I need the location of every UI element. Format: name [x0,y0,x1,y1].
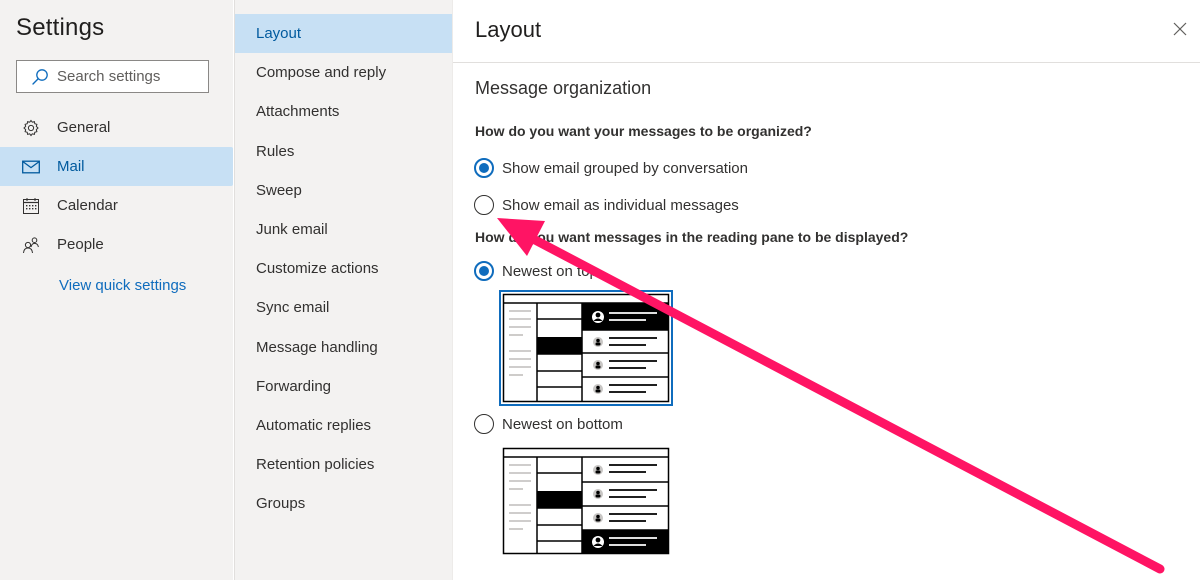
radio-grouped-by-conversation[interactable]: Show email grouped by conversation [474,158,748,178]
subnav-item-groups[interactable]: Groups [235,484,452,523]
radio-newest-on-top[interactable]: Newest on top [474,261,598,281]
subnav-item-sweep[interactable]: Sweep [235,171,452,210]
radio-label: Newest on bottom [502,415,623,433]
subnav-item-retention-policies[interactable]: Retention policies [235,445,452,484]
radio-button-unchecked[interactable] [474,195,494,215]
panel-title: Layout [475,17,542,42]
mail-settings-subnav: Layout Compose and reply Attachments Rul… [234,0,452,580]
settings-title: Settings [16,14,105,41]
nav-item-general[interactable]: General [0,108,233,147]
search-settings-box[interactable] [16,60,209,93]
subnav-item-sync-email[interactable]: Sync email [235,288,452,327]
subnav-item-customize-actions[interactable]: Customize actions [235,249,452,288]
search-icon [32,68,48,85]
subnav-item-junk-email[interactable]: Junk email [235,210,452,249]
nav-item-mail[interactable]: Mail [0,147,233,186]
mail-icon [22,158,40,176]
nav-item-label: General [57,119,111,136]
settings-nav-pane: Settings General Mail [0,0,233,580]
radio-label: Newest on top [502,262,598,280]
radio-label: Show email grouped by conversation [502,159,748,177]
radio-button-checked[interactable] [474,261,494,281]
nav-item-label: Mail [57,158,85,175]
nav-item-label: People [57,236,104,253]
radio-individual-messages[interactable]: Show email as individual messages [474,195,739,215]
subnav-item-layout[interactable]: Layout [235,14,452,54]
people-icon [22,236,40,254]
calendar-icon [22,197,40,215]
layout-settings-panel: Layout Message organization How do you w… [452,0,1200,580]
mail-settings-list: Layout Compose and reply Attachments Rul… [235,14,452,523]
gear-icon [22,119,40,137]
view-quick-settings-link[interactable]: View quick settings [59,277,186,294]
newest-on-bottom-preview[interactable] [501,446,671,558]
reading-pane-question: How do you want messages in the reading … [475,229,909,245]
radio-label: Show email as individual messages [502,196,739,214]
nav-item-people[interactable]: People [0,225,233,264]
subnav-item-forwarding[interactable]: Forwarding [235,367,452,406]
radio-button-checked[interactable] [474,158,494,178]
subnav-item-automatic-replies[interactable]: Automatic replies [235,406,452,445]
subnav-item-attachments[interactable]: Attachments [235,92,452,131]
subnav-item-message-handling[interactable]: Message handling [235,328,452,367]
settings-category-list: General Mail Calendar People [0,108,233,264]
subnav-item-rules[interactable]: Rules [235,132,452,171]
close-icon[interactable] [1171,20,1189,38]
radio-newest-on-bottom[interactable]: Newest on bottom [474,414,623,434]
organization-question: How do you want your messages to be orga… [475,123,812,139]
search-settings-input[interactable] [57,68,197,85]
panel-header: Layout [453,0,1200,63]
nav-item-calendar[interactable]: Calendar [0,186,233,225]
subnav-item-compose-and-reply[interactable]: Compose and reply [235,53,452,92]
radio-button-unchecked[interactable] [474,414,494,434]
newest-on-top-preview[interactable] [499,290,673,406]
section-title: Message organization [475,78,652,98]
nav-item-label: Calendar [57,197,118,214]
